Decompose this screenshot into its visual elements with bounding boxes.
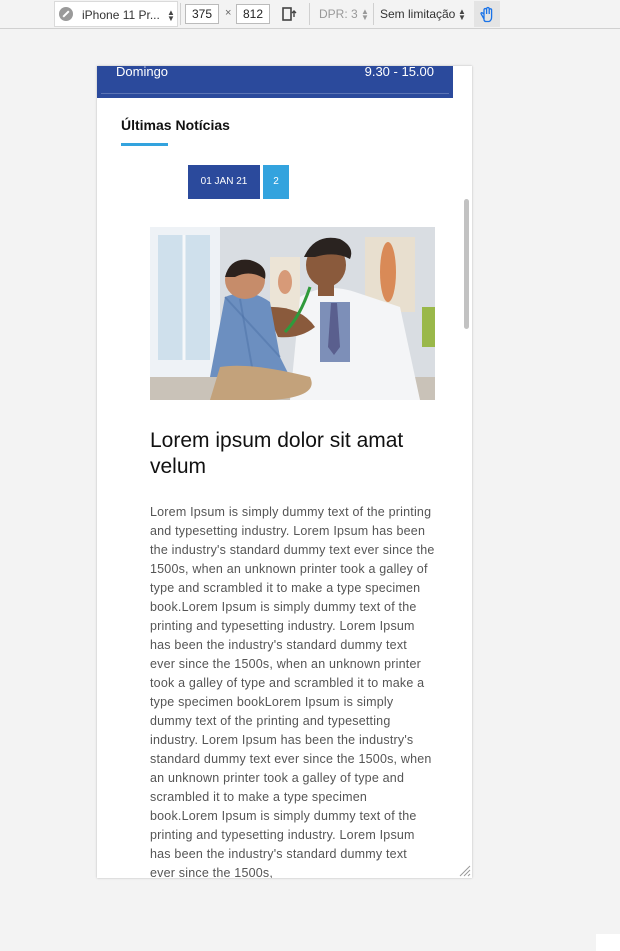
dpr-select[interactable]: DPR: 3 [319,7,358,21]
select-arrows-icon: ▲ ▼ [167,8,175,23]
news-photo[interactable] [150,227,435,400]
device-select[interactable]: iPhone 11 Pr... ▲ ▼ [54,1,178,27]
toolbar-divider [373,3,374,25]
toolbar-divider [309,3,310,25]
device-toolbar: iPhone 11 Pr... ▲ ▼ 375 × 812 DPR: 3 ▲ ▼ S… [0,0,620,29]
toolbar-divider [180,3,181,25]
article-title[interactable]: Lorem ipsum dolor sit amat velum [150,428,435,480]
scrollbar-thumb[interactable] [464,199,469,329]
touch-toggle-button[interactable] [474,1,500,27]
schedule-hours: 9.30 - 15.00 [364,66,434,79]
schedule-day: Domingo [116,66,169,79]
device-viewport: Domingo 9.30 - 15.00 Últimas Notícias 01… [97,66,472,878]
section-title: Últimas Notícias [121,117,230,133]
dpr-arrows-icon: ▲ ▼ [361,7,369,22]
height-input[interactable]: 812 [236,4,270,24]
hand-pointer-icon [480,6,493,23]
news-date-tab[interactable]: 01 JAN 21 [188,165,260,199]
corner-area [596,934,620,951]
rotate-icon[interactable] [282,7,298,21]
device-select-label: iPhone 11 Pr... [82,8,160,22]
width-input[interactable]: 375 [185,4,219,24]
opening-hours-row: Domingo 9.30 - 15.00 [97,66,453,98]
device-icon [59,7,73,21]
schedule-divider [101,93,449,94]
resize-handle-icon[interactable] [459,865,471,877]
dimension-separator: × [225,7,232,19]
throttling-arrows-icon: ▲ ▼ [458,7,466,22]
news-page-2-button[interactable]: 2 [263,165,289,199]
throttling-select[interactable]: Sem limitação [380,7,455,21]
section-title-underline [121,143,168,146]
article-body: Lorem Ipsum is simply dummy text of the … [150,505,435,878]
